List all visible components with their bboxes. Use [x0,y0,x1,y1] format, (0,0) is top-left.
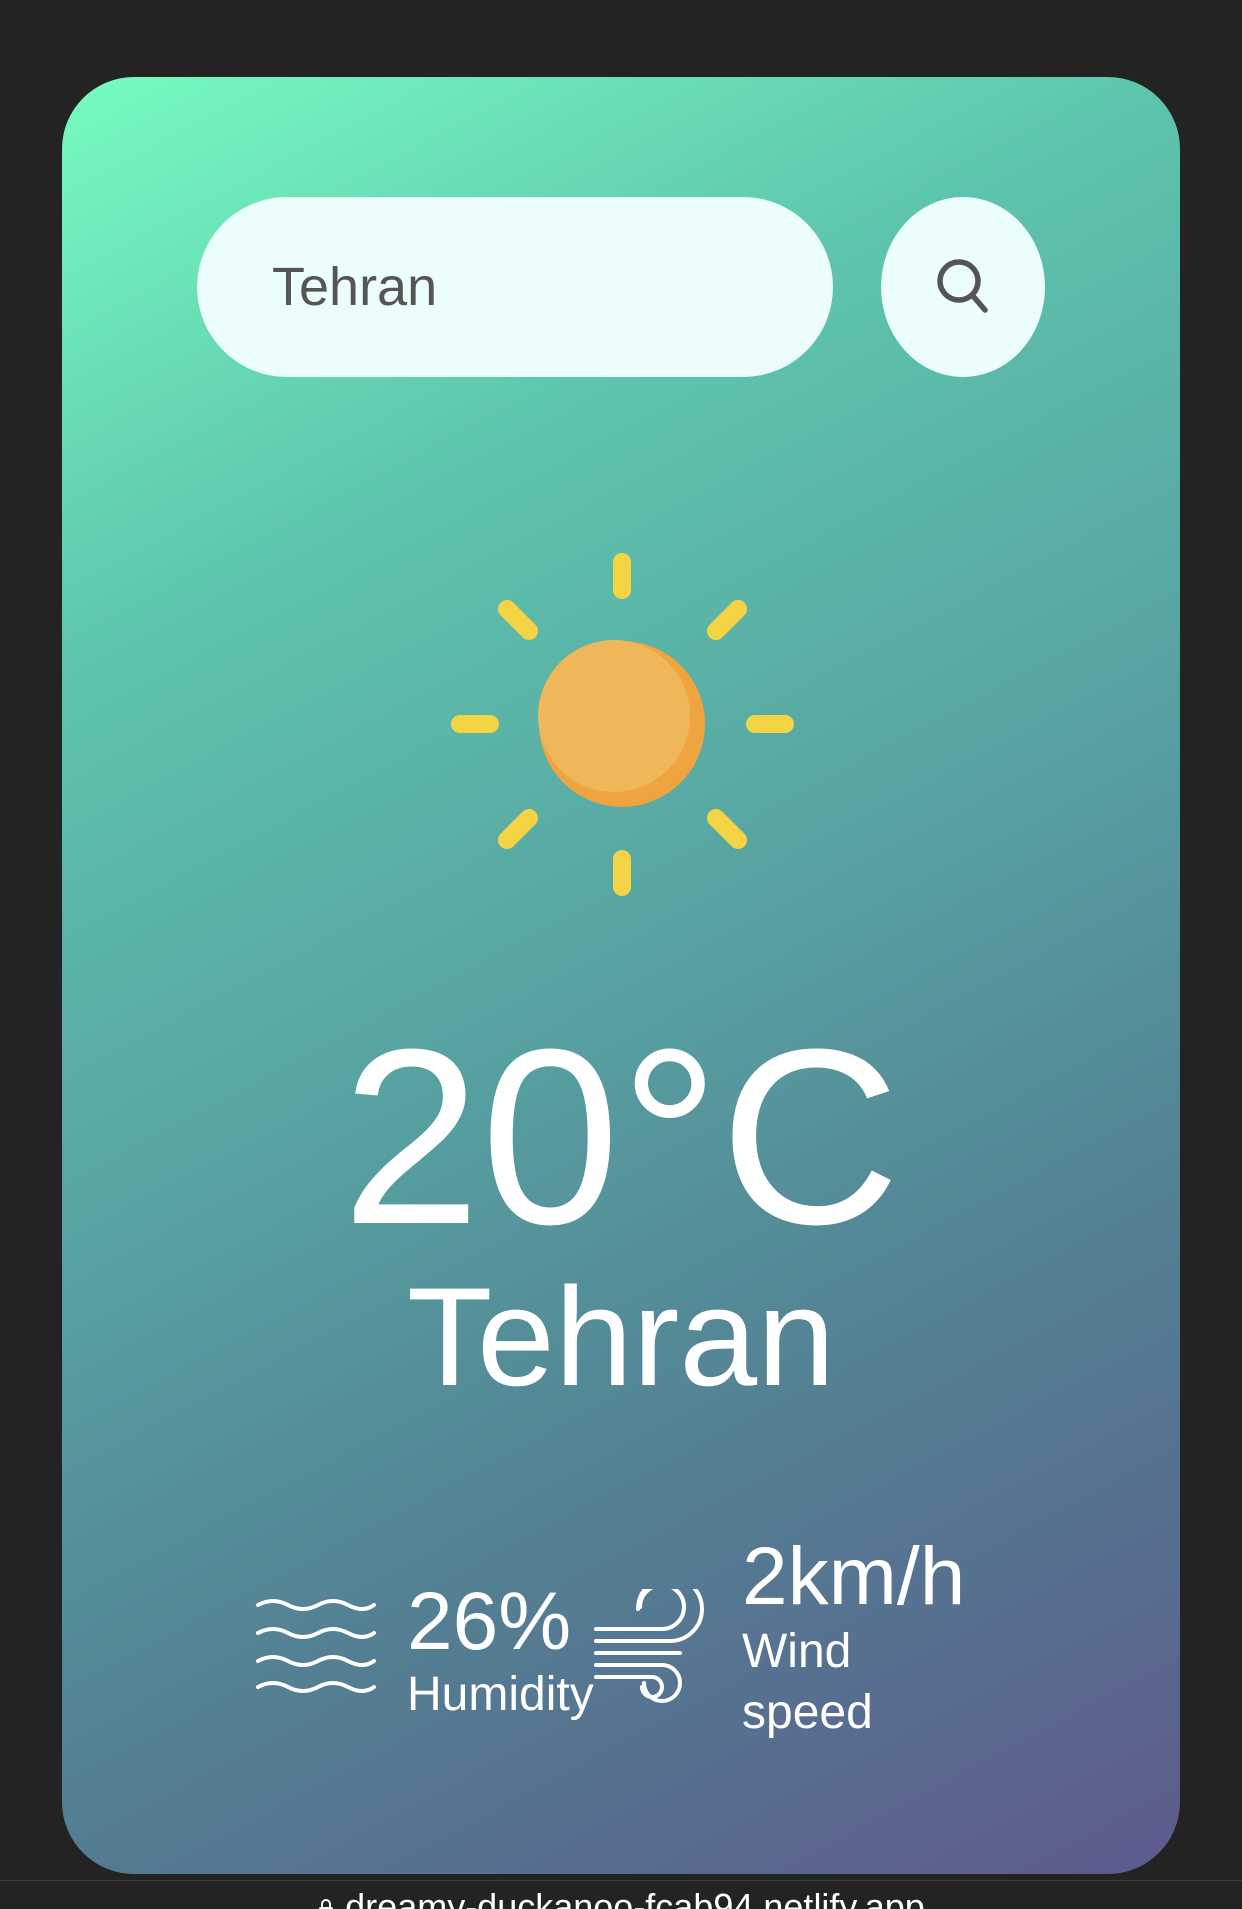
search-button[interactable] [881,197,1045,377]
search-icon [937,259,988,313]
sun-icon [451,553,794,896]
weather-card: Tehran 20°C Tehran 26% Humidity 2km/h Wi… [62,77,1180,1874]
humidity-value: 26% [407,1576,572,1667]
humidity-label: Humidity [407,1668,594,1721]
browser-url-bar[interactable]: dreamy-duckanoo-fcab94.netlify.app [0,1880,1242,1909]
lock-icon [319,1899,334,1909]
search-input[interactable]: Tehran [197,197,833,377]
wind-label: Wind speed [742,1625,873,1739]
wind-icon [594,1589,704,1703]
wind-value: 2km/h [742,1531,966,1622]
city-name: Tehran [406,1258,836,1415]
humidity-waves-icon [256,1599,376,1693]
temperature: 20°C [341,997,901,1276]
search-input-value: Tehran [272,257,438,317]
url-text: dreamy-duckanoo-fcab94.netlify.app [345,1886,925,1909]
